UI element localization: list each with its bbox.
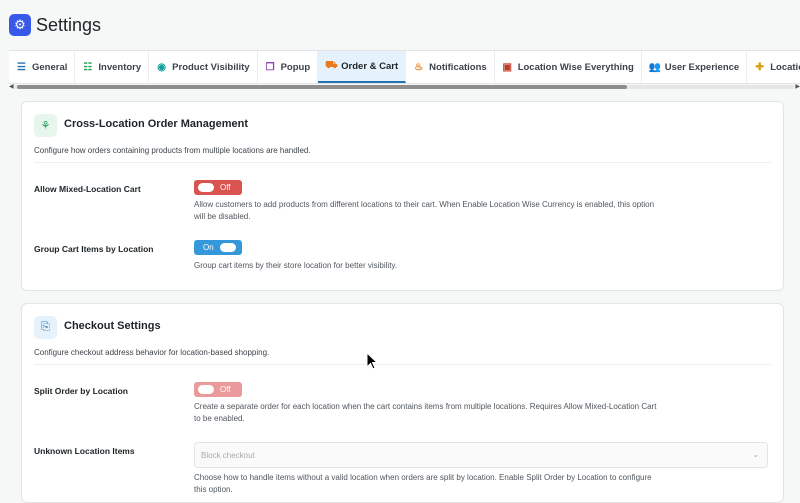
settings-tabs: ☰ General ☷ Inventory ◉ Product Visibility …: [9, 50, 800, 84]
tab-label: Location Info Management: [770, 61, 800, 73]
select-value: Block checkout: [201, 450, 255, 460]
divider: [34, 162, 771, 163]
page-title: Settings: [36, 15, 102, 35]
card-description: Configure checkout address behavior for …: [34, 348, 270, 357]
toggle-knob: [198, 385, 214, 394]
eye-icon: ◉: [157, 61, 167, 73]
bell-icon: ♨: [414, 61, 424, 73]
gear-icon: ⚙: [9, 14, 31, 36]
unknown-items-label: Unknown Location Items: [34, 446, 135, 456]
chevron-down-icon: ⌄: [752, 450, 759, 459]
clipboard-icon: ⎘: [34, 316, 57, 339]
tab-label: Product Visibility: [172, 61, 250, 73]
card-title: Cross-Location Order Management: [64, 118, 248, 130]
toggle-knob: [219, 243, 236, 252]
scroll-right-arrow-icon[interactable]: ▶: [795, 83, 800, 90]
tab-label: Location Wise Everything: [517, 61, 634, 73]
split-order-toggle[interactable]: Off: [194, 382, 242, 397]
mixed-cart-help: Allow customers to add products from dif…: [194, 200, 655, 221]
card-title: Checkout Settings: [64, 320, 161, 332]
tab-notifications[interactable]: ♨ Notifications: [406, 51, 495, 83]
toggle-label: On: [203, 243, 214, 252]
toggle-label: Off: [220, 385, 231, 394]
list-icon: ☷: [83, 61, 93, 73]
group-items-label: Group Cart Items by Location: [34, 244, 154, 254]
tabs-scrollbar[interactable]: ◀ ▶: [9, 84, 800, 90]
group-items-help: Group cart items by their store location…: [194, 261, 398, 270]
cross-location-card: ⚘ Cross-Location Order Management Config…: [21, 101, 784, 291]
scroll-left-arrow-icon[interactable]: ◀: [9, 83, 14, 90]
puzzle-icon: ✚: [755, 61, 764, 73]
tab-user-experience[interactable]: 👥 User Experience: [642, 51, 748, 83]
tab-label: Notifications: [429, 61, 487, 73]
map-icon: ▣: [502, 61, 512, 73]
toggle-label: Off: [220, 183, 231, 192]
window-icon: ❐: [265, 61, 275, 73]
users-icon: 👥: [648, 61, 662, 73]
tab-popup[interactable]: ❐ Popup: [258, 51, 319, 83]
toggle-knob: [198, 183, 214, 192]
unknown-items-select[interactable]: Block checkout ⌄: [194, 442, 768, 468]
tab-label: User Experience: [664, 61, 740, 73]
checkout-settings-card: ⎘ Checkout Settings Configure checkout a…: [21, 303, 784, 503]
mixed-cart-toggle[interactable]: Off: [194, 180, 242, 195]
tab-inventory[interactable]: ☷ Inventory: [75, 51, 150, 83]
sliders-icon: ☰: [17, 61, 26, 73]
scroll-thumb[interactable]: [17, 85, 627, 89]
mixed-cart-label: Allow Mixed-Location Cart: [34, 184, 141, 194]
tab-label: Inventory: [98, 61, 142, 73]
tab-location-wise-everything[interactable]: ▣ Location Wise Everything: [495, 51, 642, 83]
divider: [34, 364, 771, 365]
group-items-toggle[interactable]: On: [194, 240, 242, 255]
card-description: Configure how orders containing products…: [34, 146, 311, 155]
split-order-label: Split Order by Location: [34, 386, 128, 396]
tab-label: Popup: [280, 61, 311, 73]
tab-order-cart[interactable]: ⛟ Order & Cart: [318, 51, 407, 83]
unknown-items-help: Choose how to handle items without a val…: [194, 473, 652, 494]
truck-icon: ⛟: [325, 59, 338, 71]
tab-label: General: [32, 61, 68, 73]
tab-location-info-management[interactable]: ✚ Location Info Management: [747, 51, 800, 83]
tab-product-visibility[interactable]: ◉ Product Visibility: [149, 51, 258, 83]
mouse-cursor-icon: [366, 352, 378, 370]
tab-label: Order & Cart: [341, 60, 399, 72]
split-order-help: Create a separate order for each locatio…: [194, 402, 657, 423]
page-header: ⚙ Settings: [0, 0, 800, 50]
tab-general[interactable]: ☰ General: [9, 51, 76, 83]
handshake-icon: ⚘: [34, 114, 57, 137]
